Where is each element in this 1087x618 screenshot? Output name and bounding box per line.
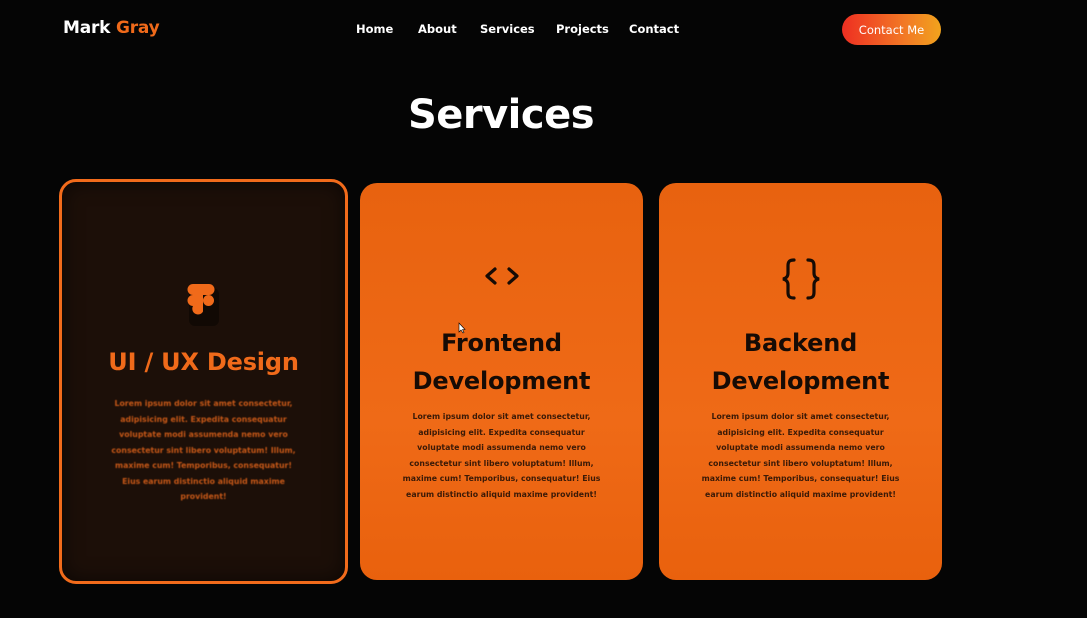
nav-contact[interactable]: Contact bbox=[629, 22, 679, 36]
curly-braces-icon bbox=[782, 258, 819, 300]
section-title: Services bbox=[407, 92, 595, 138]
service-card-backend[interactable]: Backend Development Lorem ipsum dolor si… bbox=[659, 183, 942, 580]
figma-icon-wrap bbox=[62, 280, 345, 326]
figma-icon bbox=[187, 284, 219, 326]
service-card-ui-ux[interactable]: UI / UX Design Lorem ipsum dolor sit ame… bbox=[59, 179, 348, 584]
code-icon-wrap bbox=[360, 261, 643, 291]
nav-about[interactable]: About bbox=[418, 22, 457, 36]
contact-me-button[interactable]: Contact Me bbox=[842, 14, 941, 45]
page: Mark Gray Home About Services Projects C… bbox=[0, 0, 1087, 618]
nav-projects[interactable]: Projects bbox=[556, 22, 609, 36]
card-description: Lorem ipsum dolor sit amet consectetur, … bbox=[701, 412, 900, 499]
code-icon bbox=[484, 267, 519, 285]
card-description: Lorem ipsum dolor sit amet consectetur, … bbox=[111, 399, 296, 501]
card-title: UI / UX Design bbox=[108, 348, 299, 376]
nav-home[interactable]: Home bbox=[356, 22, 393, 36]
card-title: Backend Development bbox=[711, 329, 890, 395]
service-card-frontend[interactable]: Frontend Development Lorem ipsum dolor s… bbox=[360, 183, 643, 580]
mouse-cursor-icon bbox=[458, 322, 466, 334]
curly-braces-icon-wrap bbox=[659, 258, 942, 303]
card-description: Lorem ipsum dolor sit amet consectetur, … bbox=[402, 412, 601, 499]
card-title: Frontend Development bbox=[412, 329, 591, 395]
nav-services[interactable]: Services bbox=[480, 22, 535, 36]
